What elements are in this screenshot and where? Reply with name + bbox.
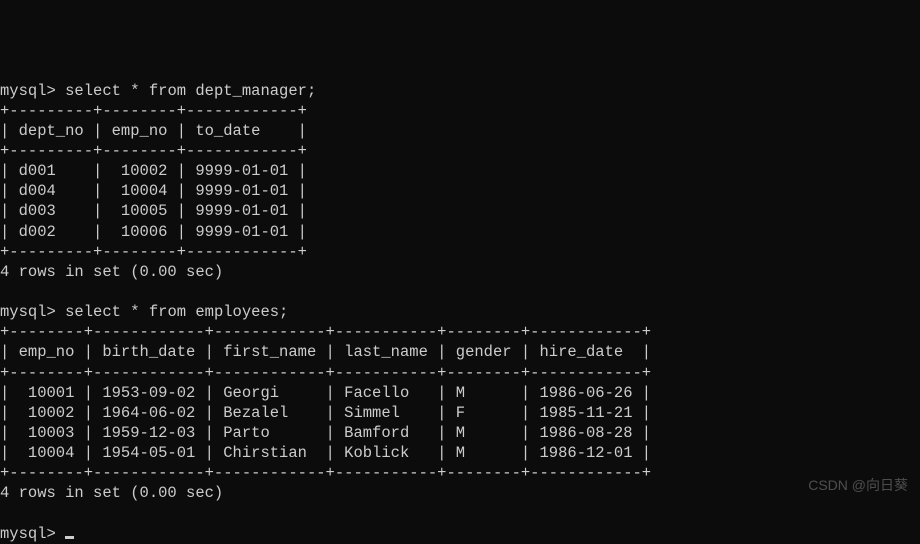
t1-border-mid: +---------+--------+------------+ bbox=[0, 142, 307, 160]
watermark-text: CSDN @向日葵 bbox=[808, 476, 908, 494]
query-1: select * from dept_manager; bbox=[65, 82, 316, 100]
t1-border-top: +---------+--------+------------+ bbox=[0, 102, 307, 120]
mysql-prompt: mysql> bbox=[0, 82, 56, 100]
t2-row: | 10004 | 1954-05-01 | Chirstian | Kobli… bbox=[0, 444, 651, 462]
t2-row: | 10002 | 1964-06-02 | Bezalel | Simmel … bbox=[0, 404, 651, 422]
t2-border-bot: +--------+------------+------------+----… bbox=[0, 464, 651, 482]
t2-border-top: +--------+------------+------------+----… bbox=[0, 323, 651, 341]
t1-row: | d001 | 10002 | 9999-01-01 | bbox=[0, 162, 307, 180]
mysql-prompt: mysql> bbox=[0, 525, 56, 543]
query-2: select * from employees; bbox=[65, 303, 288, 321]
t1-header: | dept_no | emp_no | to_date | bbox=[0, 122, 307, 140]
t2-border-mid: +--------+------------+------------+----… bbox=[0, 364, 651, 382]
t2-header: | emp_no | birth_date | first_name | las… bbox=[0, 343, 651, 361]
t1-row: | d002 | 10006 | 9999-01-01 | bbox=[0, 223, 307, 241]
t2-row: | 10001 | 1953-09-02 | Georgi | Facello … bbox=[0, 384, 651, 402]
mysql-prompt: mysql> bbox=[0, 303, 56, 321]
t1-footer: 4 rows in set (0.00 sec) bbox=[0, 263, 223, 281]
t1-row: | d004 | 10004 | 9999-01-01 | bbox=[0, 182, 307, 200]
t2-row: | 10003 | 1959-12-03 | Parto | Bamford |… bbox=[0, 424, 651, 442]
cursor-icon[interactable] bbox=[65, 536, 74, 539]
t1-border-bot: +---------+--------+------------+ bbox=[0, 243, 307, 261]
t1-row: | d003 | 10005 | 9999-01-01 | bbox=[0, 202, 307, 220]
